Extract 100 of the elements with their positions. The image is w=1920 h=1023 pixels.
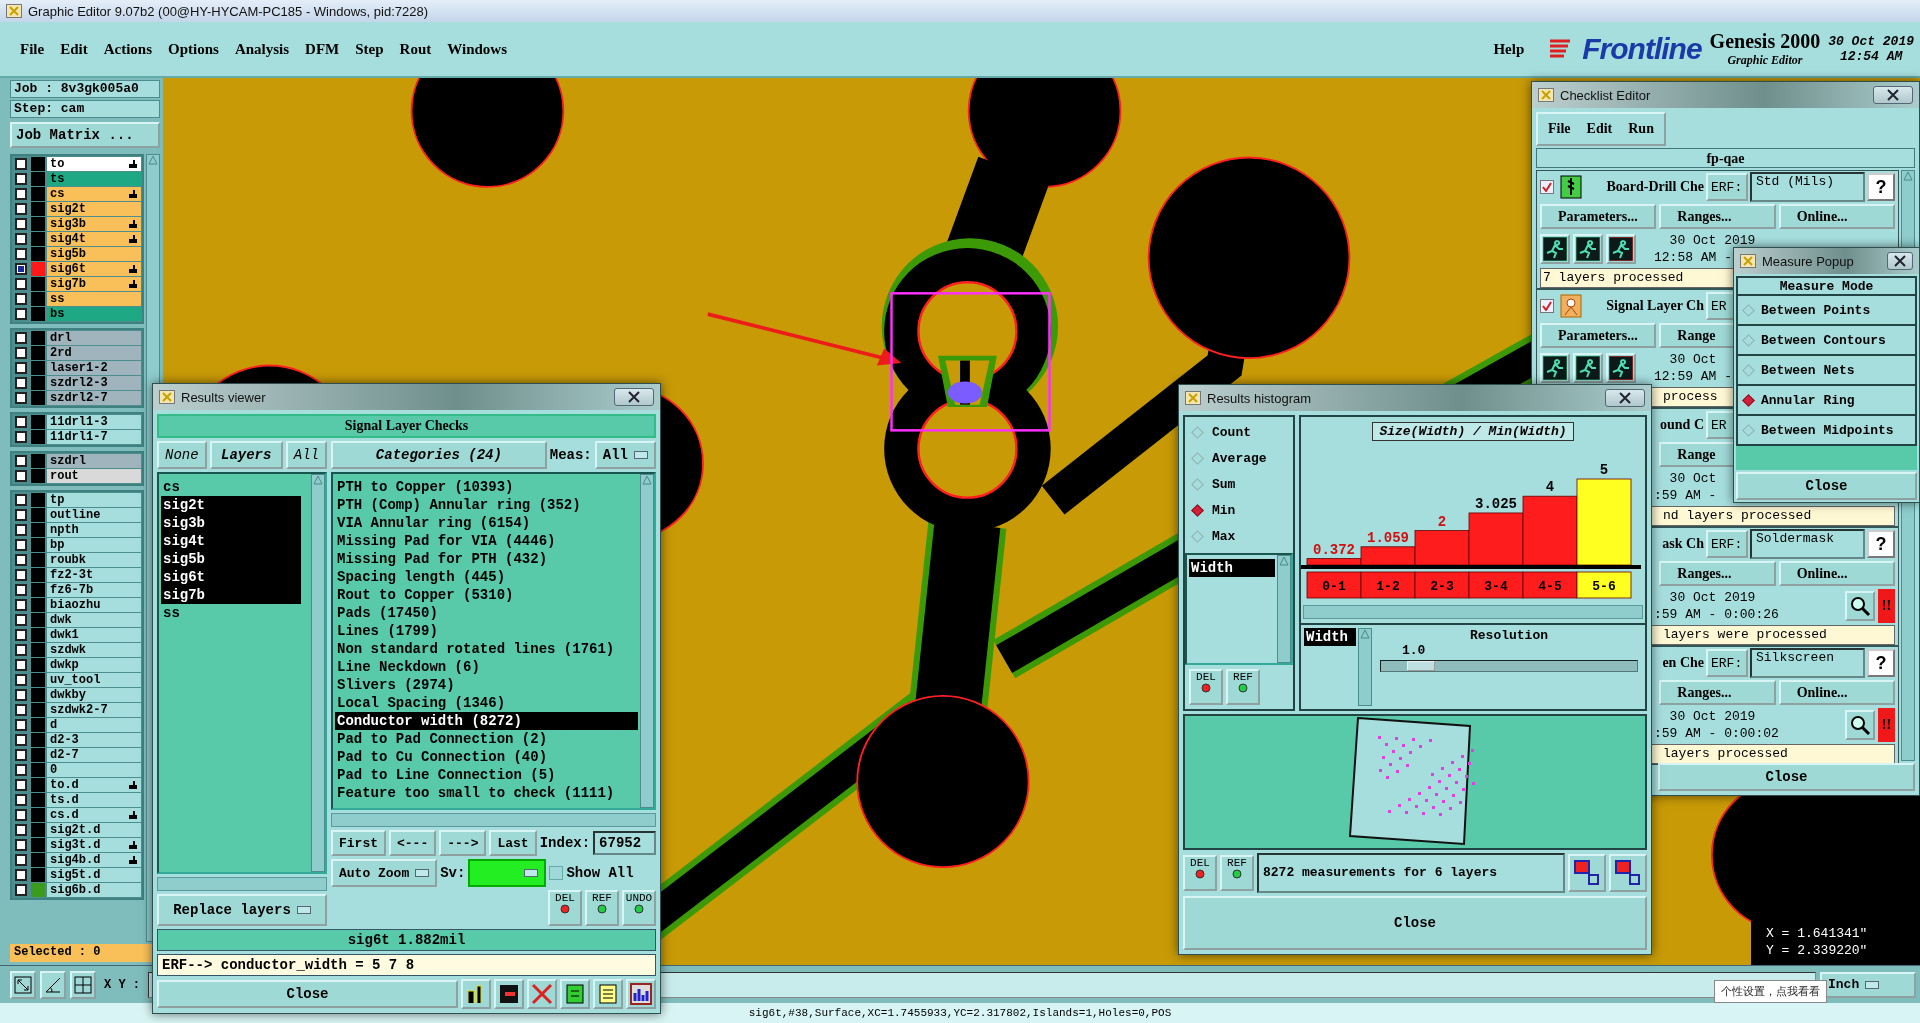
layer-checkbox[interactable]: [15, 794, 27, 806]
nav-button[interactable]: --->: [439, 830, 487, 856]
list-item[interactable]: Width: [1304, 628, 1356, 646]
layer-item[interactable]: sig6b.d: [47, 883, 141, 897]
nav-button[interactable]: Last: [489, 830, 537, 856]
list-item[interactable]: Missing Pad for VIA (4446): [335, 532, 638, 550]
menu-item[interactable]: Help: [1493, 40, 1525, 58]
layer-item[interactable]: dwkby: [47, 688, 141, 702]
layer-checkbox[interactable]: [15, 569, 27, 581]
menu-item[interactable]: Actions: [103, 40, 152, 58]
units-dropdown[interactable]: Inch: [1820, 971, 1916, 998]
help-button[interactable]: ?: [1867, 530, 1895, 558]
layer-item[interactable]: sig2t: [47, 202, 141, 216]
nav-button[interactable]: First: [331, 830, 386, 856]
run-button[interactable]: [1606, 353, 1636, 383]
check-button[interactable]: Ranges...: [1659, 204, 1776, 229]
layer-checkbox[interactable]: [15, 362, 27, 374]
layer-checkbox[interactable]: [15, 278, 27, 290]
check-button[interactable]: Ranges...: [1659, 561, 1776, 586]
layer-item[interactable]: drl: [47, 331, 141, 345]
layer-checkbox[interactable]: [15, 764, 27, 776]
layer-checkbox[interactable]: [15, 839, 27, 851]
layer-item[interactable]: d2-7: [47, 748, 141, 762]
list-item[interactable]: Pad to Line Connection (5): [335, 766, 638, 784]
list-item[interactable]: sig4t: [161, 532, 301, 550]
layer-item[interactable]: biaozhu: [47, 598, 141, 612]
filter-button[interactable]: None: [157, 441, 207, 469]
color-dropdown[interactable]: [468, 859, 547, 887]
radio-option[interactable]: Count: [1185, 421, 1293, 443]
layer-item[interactable]: tp: [47, 493, 141, 507]
list-item[interactable]: VIA Annular ring (6154): [335, 514, 638, 532]
layer-checkbox[interactable]: [15, 392, 27, 404]
list-item[interactable]: Spacing length (445): [335, 568, 638, 586]
zoom-button[interactable]: [1845, 710, 1875, 740]
list-item[interactable]: Local Spacing (1346): [335, 694, 638, 712]
show-all-checkbox[interactable]: [549, 866, 564, 880]
layer-checkbox[interactable]: [15, 674, 27, 686]
list-item[interactable]: cs: [161, 478, 301, 496]
layer-item[interactable]: to.d: [47, 778, 141, 792]
layer-item[interactable]: outline: [47, 508, 141, 522]
help-button[interactable]: ?: [1867, 649, 1895, 677]
layer-item[interactable]: ss: [47, 292, 141, 306]
check-button[interactable]: Ranges...: [1659, 680, 1776, 705]
layer-checkbox[interactable]: [15, 416, 27, 428]
layer-checkbox[interactable]: [15, 308, 27, 320]
export-button[interactable]: [1609, 854, 1647, 892]
layer-item[interactable]: sig5t.d: [47, 868, 141, 882]
layer-item[interactable]: cs.d: [47, 808, 141, 822]
layer-checkbox[interactable]: [15, 347, 27, 359]
list-item[interactable]: sig6t: [161, 568, 301, 586]
list-item[interactable]: PTH (Comp) Annular ring (352): [335, 496, 638, 514]
menu-item[interactable]: Step: [355, 40, 384, 58]
close-button[interactable]: Close: [157, 980, 458, 1008]
layer-checkbox[interactable]: [15, 203, 27, 215]
layer-item[interactable]: dwk: [47, 613, 141, 627]
menu-item[interactable]: Run: [1628, 121, 1654, 137]
toolbar-button[interactable]: [70, 970, 96, 999]
layer-item[interactable]: laser1-2: [47, 361, 141, 375]
layer-item[interactable]: szdrl2-3: [47, 376, 141, 390]
layer-checkbox[interactable]: [15, 431, 27, 443]
list-item[interactable]: sig7b: [161, 586, 301, 604]
run-button[interactable]: [1573, 353, 1603, 383]
layer-checkbox[interactable]: [15, 584, 27, 596]
layer-item[interactable]: 0: [47, 763, 141, 777]
layer-item[interactable]: roubk: [47, 553, 141, 567]
erf-button[interactable]: ERF:: [1706, 530, 1748, 558]
erf-field[interactable]: Soldermask: [1750, 529, 1865, 559]
layer-item[interactable]: szdwk2-7: [47, 703, 141, 717]
close-button[interactable]: [614, 388, 654, 406]
toolbar-button[interactable]: [40, 970, 66, 999]
layer-checkbox[interactable]: [15, 749, 27, 761]
list-item[interactable]: sig2t: [161, 496, 301, 514]
list-item[interactable]: sig3b: [161, 514, 301, 532]
resolution-slider[interactable]: [1380, 660, 1638, 672]
layer-item[interactable]: szdrl2-7: [47, 391, 141, 405]
layer-checkbox[interactable]: [15, 173, 27, 185]
tool-button[interactable]: DEL: [548, 890, 582, 926]
radio-option[interactable]: Between Midpoints: [1736, 416, 1917, 446]
tool-button[interactable]: REF: [585, 890, 619, 926]
tool-button[interactable]: DEL: [1189, 669, 1223, 705]
list-item[interactable]: Pad to Pad Connection (2): [335, 730, 638, 748]
list-item[interactable]: Conductor width (8272): [335, 712, 638, 730]
export-button[interactable]: [1568, 854, 1606, 892]
check-button[interactable]: Online...: [1778, 561, 1895, 586]
layer-item[interactable]: fz6-7b: [47, 583, 141, 597]
layer-checkbox[interactable]: [15, 884, 27, 896]
check-button[interactable]: Online...: [1778, 204, 1895, 229]
layer-item[interactable]: sig3b: [47, 217, 141, 231]
list-item[interactable]: Lines (1799): [335, 622, 638, 640]
list-item[interactable]: Slivers (2974): [335, 676, 638, 694]
layer-item[interactable]: sig6t: [47, 262, 141, 276]
check-button[interactable]: Parameters...: [1540, 323, 1657, 348]
close-button[interactable]: [1605, 389, 1645, 407]
layer-item[interactable]: ts: [47, 172, 141, 186]
menu-item[interactable]: Windows: [447, 40, 507, 58]
run-button[interactable]: [1540, 353, 1570, 383]
nav-button[interactable]: <---: [389, 830, 437, 856]
menu-item[interactable]: Analysis: [234, 40, 290, 58]
layer-item[interactable]: uv_tool: [47, 673, 141, 687]
check-checkbox[interactable]: [1540, 180, 1554, 194]
